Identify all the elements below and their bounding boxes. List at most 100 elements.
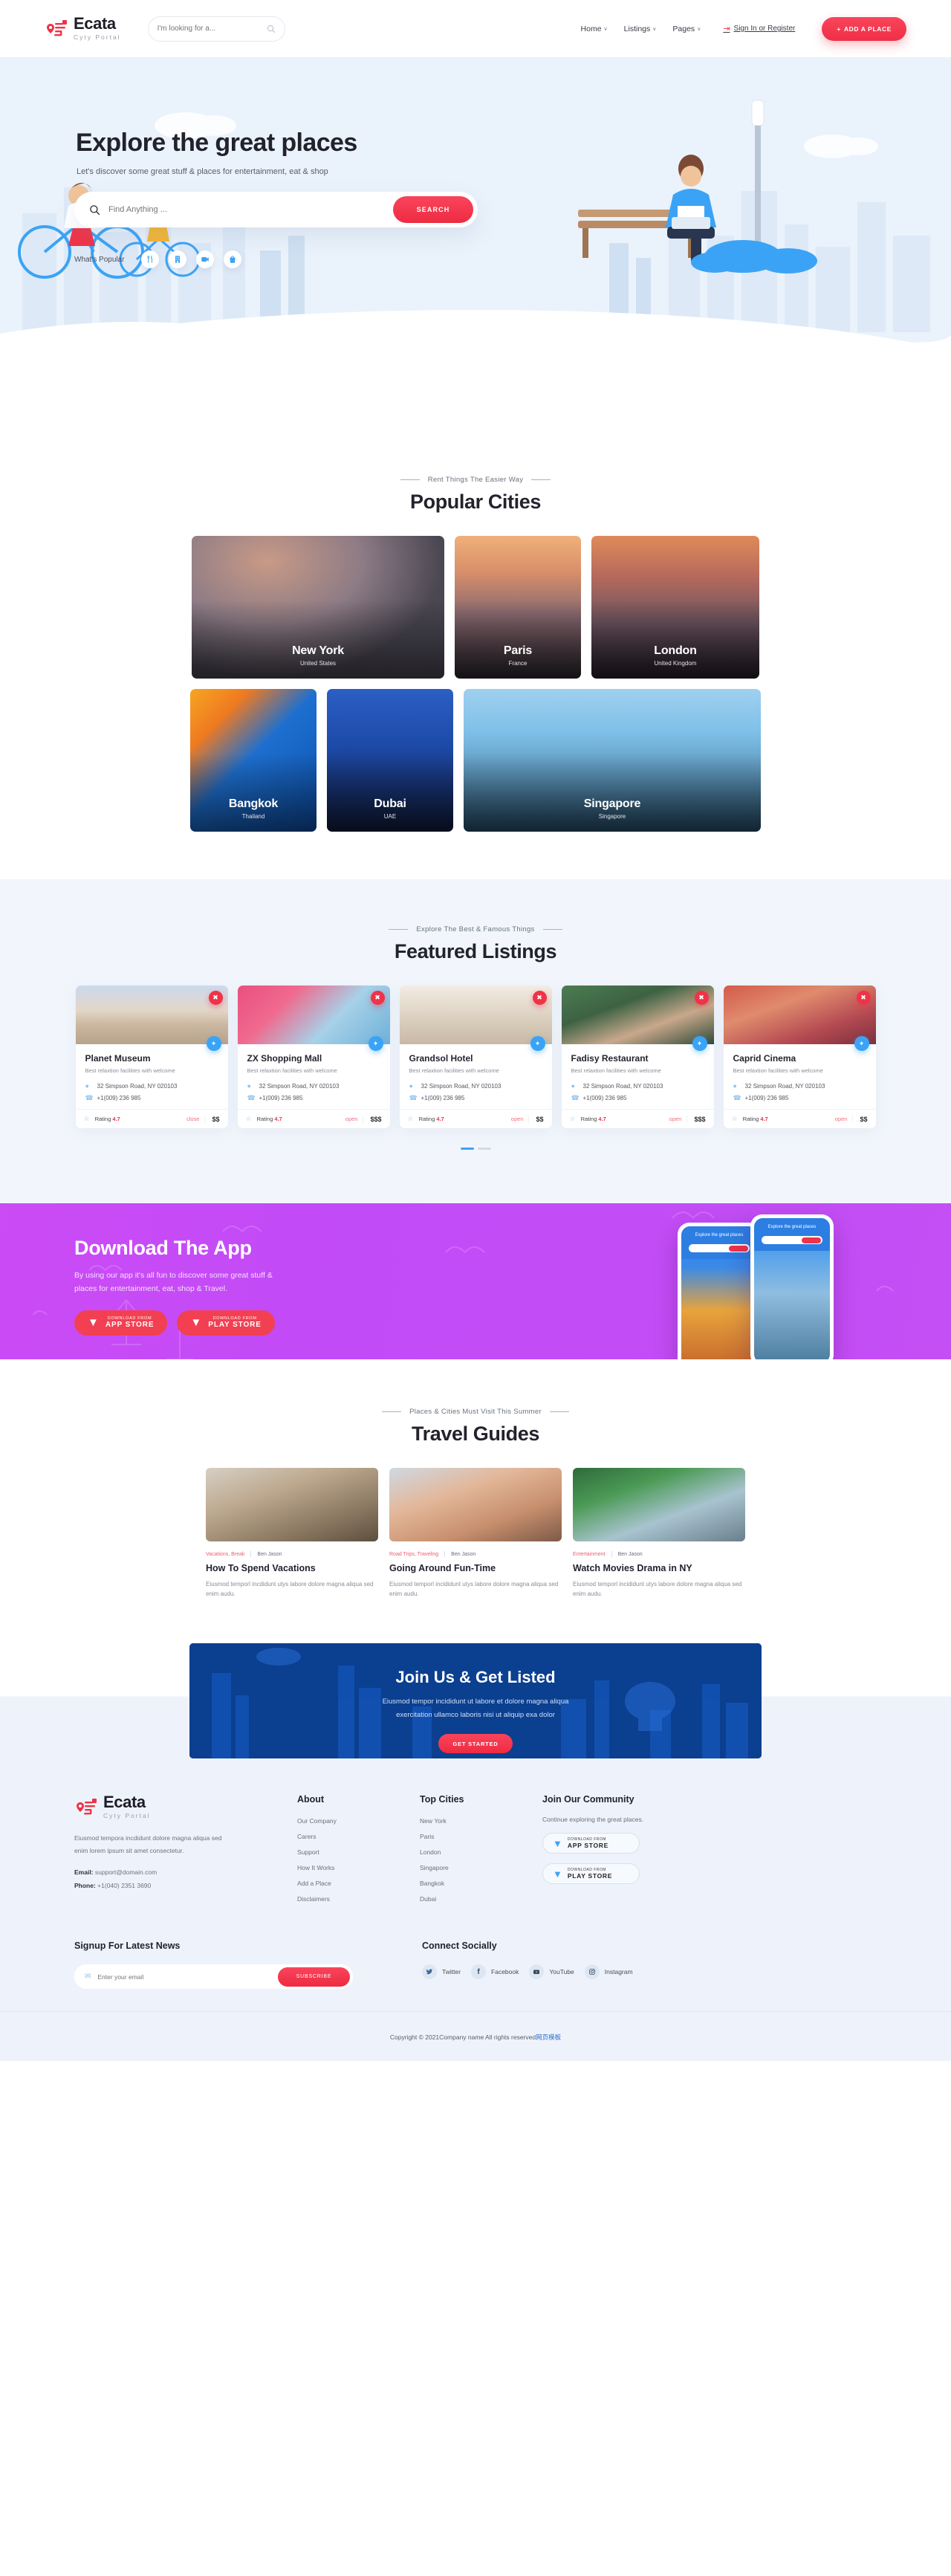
nav-item-home[interactable]: Home ∨ [581, 25, 608, 33]
social-link-facebook[interactable]: f Facebook [471, 1964, 519, 1980]
footer-city-singapore[interactable]: Singapore [420, 1864, 542, 1871]
restaurant-icon[interactable] [140, 250, 159, 268]
newsletter-form[interactable]: ✉ SUBSCRIBE [74, 1964, 353, 1990]
listing-image: ✖ ✦ [399, 986, 552, 1051]
footer-email-value[interactable]: support@domain.com [95, 1868, 157, 1876]
bookmark-icon[interactable]: ✦ [368, 1036, 383, 1051]
footer-app-store-button[interactable]: ▼ DOWNLOAD FROM APP STORE [542, 1833, 640, 1854]
star-icon: ☆ [407, 1115, 414, 1122]
header-search-input[interactable] [157, 25, 267, 33]
bookmark-icon[interactable]: ✦ [692, 1036, 707, 1051]
brand-logo[interactable]: Ecata Cyty Portal [45, 15, 121, 42]
rating-value: 4.7 [760, 1116, 768, 1122]
city-card-bangkok[interactable]: Bangkok Thailand [190, 689, 317, 832]
play-store-button[interactable]: ▼ DOWNLOAD FROM PLAY STORE [177, 1310, 275, 1336]
footer-link-add-a-place[interactable]: Add a Place [297, 1880, 420, 1887]
carousel-dot-1[interactable] [460, 1148, 474, 1150]
join-cta-wrapper: Join Us & Get Listed Eiusmod tempor inci… [0, 1639, 951, 1759]
hero-search-input[interactable] [108, 205, 393, 214]
guide-card[interactable]: Entertainment Ben Jason Watch Movies Dra… [573, 1468, 745, 1599]
listing-card[interactable]: ✖ ✦ Caprid Cinema Best relaxtion facilit… [723, 986, 876, 1128]
city-card-new-york[interactable]: New York United States [192, 536, 444, 679]
sign-in-register-link[interactable]: ⇥ Sign In or Register [723, 24, 795, 33]
listing-address: 32 Simpson Road, NY 020103 [259, 1082, 340, 1090]
search-icon [267, 25, 276, 33]
social-link-instagram[interactable]: Instagram [584, 1964, 633, 1980]
city-name: Dubai [374, 797, 406, 810]
whats-popular-label: What's Popular [74, 255, 125, 264]
city-card-dubai[interactable]: Dubai UAE [327, 689, 453, 832]
footer-logo[interactable]: Ecata Cyty Portal [74, 1794, 297, 1821]
restaurant-icon[interactable]: ✖ [694, 991, 709, 1005]
shopping-icon[interactable]: ✖ [370, 991, 385, 1005]
footer-link-support[interactable]: Support [297, 1848, 420, 1856]
copyright-link[interactable]: 网页模板 [536, 2033, 561, 2041]
guide-card[interactable]: Road Trips, Traveling Ben Jason Going Ar… [389, 1468, 562, 1599]
hero-subtitle: Let's discover some great stuff & places… [77, 167, 328, 176]
city-card-london[interactable]: London United Kingdom [591, 536, 759, 679]
add-a-place-button[interactable]: + ADD A PLACE [822, 16, 906, 41]
chevron-down-icon: ∨ [603, 26, 608, 32]
carousel-dot-2[interactable] [477, 1148, 491, 1150]
hotel-icon[interactable]: ✖ [532, 991, 547, 1005]
guide-card[interactable]: Vacations, Break Ben Jason How To Spend … [206, 1468, 378, 1599]
download-icon: ▼ [553, 1868, 562, 1880]
shopping-icon[interactable] [223, 250, 241, 268]
footer-city-bangkok[interactable]: Bangkok [420, 1880, 542, 1887]
rating-label: Rating [256, 1116, 273, 1122]
guide-author: Ben Jason [451, 1551, 476, 1557]
footer-link-how-it-works[interactable]: How It Works [297, 1864, 420, 1871]
hero-search-button[interactable]: SEARCH [393, 196, 473, 223]
footer-city-paris[interactable]: Paris [420, 1833, 542, 1840]
nav-item-listings[interactable]: Listings ∨ [624, 25, 657, 33]
instagram-icon [584, 1964, 600, 1980]
hotel-icon[interactable] [168, 250, 186, 268]
guide-category[interactable]: Vacations, Break [206, 1552, 244, 1557]
status-badge: close [186, 1116, 200, 1122]
location-pin-icon: ● [85, 1082, 89, 1090]
footer-community-heading: Join Our Community [542, 1794, 634, 1805]
social-label: Facebook [491, 1968, 519, 1976]
hero-title: Explore the great places [76, 129, 357, 157]
rating-value: 4.7 [112, 1116, 120, 1122]
city-card-singapore[interactable]: Singapore Singapore [464, 689, 761, 832]
video-icon[interactable] [195, 250, 214, 268]
footer-city-london[interactable]: London [420, 1848, 542, 1856]
listing-card[interactable]: ✖ ✦ ZX Shopping Mall Best relaxtion faci… [237, 986, 390, 1128]
guide-title: Going Around Fun-Time [389, 1563, 496, 1573]
guide-category[interactable]: Road Trips, Traveling [389, 1552, 438, 1557]
footer-link-carers[interactable]: Carers [297, 1833, 420, 1840]
nav-item-pages[interactable]: Pages ∨ [672, 25, 701, 33]
footer-phone-value[interactable]: +1(040) 2351 3690 [97, 1882, 151, 1889]
newsletter-email-input[interactable] [97, 1973, 278, 1981]
footer-play-store-button[interactable]: ▼ DOWNLOAD FROM PLAY STORE [542, 1863, 640, 1885]
social-link-youtube[interactable]: YouTube [529, 1964, 574, 1980]
bookmark-icon[interactable]: ✦ [206, 1036, 221, 1051]
app-store-button[interactable]: ▼ DOWNLOAD FROM APP STORE [74, 1310, 168, 1336]
restaurant-icon[interactable]: ✖ [208, 991, 223, 1005]
footer-city-dubai[interactable]: Dubai [420, 1895, 542, 1903]
login-icon: ⇥ [723, 25, 730, 33]
listing-card[interactable]: ✖ ✦ Grandsol Hotel Best relaxtion facili… [399, 986, 552, 1128]
social-link-twitter[interactable]: Twitter [422, 1964, 461, 1980]
download-app-desc: By using our app it's all fun to discove… [74, 1271, 273, 1293]
phone-mockup-1: Explore the great places [678, 1223, 761, 1359]
main-nav: Home ∨ Listings ∨ Pages ∨ ⇥ Sign In or R… [581, 16, 906, 41]
video-icon[interactable]: ✖ [856, 991, 871, 1005]
bookmark-icon[interactable]: ✦ [854, 1036, 869, 1051]
listing-card[interactable]: ✖ ✦ Planet Museum Best relaxtion facilit… [75, 986, 228, 1128]
city-card-paris[interactable]: Paris France [455, 536, 581, 679]
listing-card[interactable]: ✖ ✦ Fadisy Restaurant Best relaxtion fac… [561, 986, 714, 1128]
get-started-button[interactable]: GET STARTED [438, 1734, 513, 1754]
footer-link-our-company[interactable]: Our Company [297, 1817, 420, 1825]
price-level: $$$ [687, 1115, 706, 1123]
header-search[interactable] [147, 16, 285, 42]
bookmark-icon[interactable]: ✦ [530, 1036, 545, 1051]
guide-category[interactable]: Entertainment [573, 1552, 606, 1557]
city-name: Bangkok [228, 797, 279, 810]
footer-top-cities-column: Top Cities New York Paris London Singapo… [420, 1794, 542, 1911]
footer-city-new-york[interactable]: New York [420, 1817, 542, 1825]
footer-link-disclaimers[interactable]: Disclaimers [297, 1895, 420, 1903]
subscribe-button[interactable]: SUBSCRIBE [278, 1967, 350, 1987]
hero-search-bar[interactable]: SEARCH [74, 192, 478, 227]
